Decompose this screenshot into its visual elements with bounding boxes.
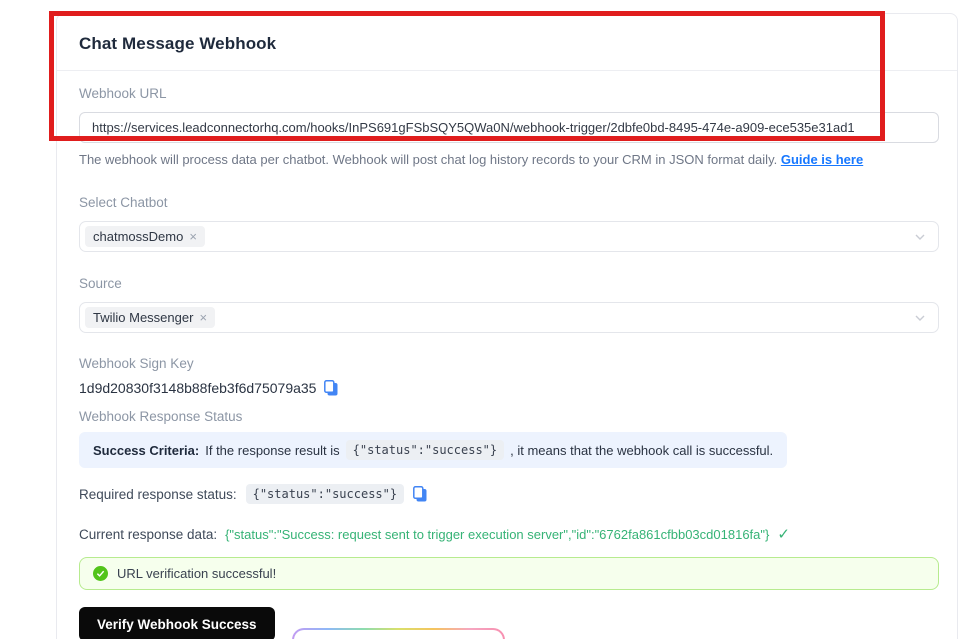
chatbot-tag-label: chatmossDemo [93, 229, 184, 244]
chevron-down-icon [914, 312, 926, 324]
remove-tag-icon[interactable]: × [199, 311, 207, 324]
sign-key-row: 1d9d20830f3148b88feb3f6d75079a35 [79, 380, 935, 396]
webhook-settings-card: Chat Message Webhook Webhook URL The web… [56, 13, 958, 639]
source-label: Source [79, 276, 122, 291]
chatbot-select[interactable]: chatmossDemo × [79, 221, 939, 252]
success-criteria-title: Success Criteria: [93, 442, 200, 458]
helper-text: The webhook will process data per chatbo… [79, 152, 935, 167]
source-tag: Twilio Messenger × [85, 307, 216, 328]
rainbow-border-box-inner [294, 630, 503, 639]
success-criteria-text-1: If the response result is [205, 442, 340, 458]
page: Chat Message Webhook Webhook URL The web… [0, 0, 974, 639]
success-criteria-box: Success Criteria: If the response result… [79, 432, 788, 468]
remove-tag-icon[interactable]: × [189, 230, 197, 243]
success-alert-text: URL verification successful! [117, 566, 277, 581]
page-title: Chat Message Webhook [79, 34, 277, 53]
required-response-row: Required response status: {"status":"suc… [79, 484, 935, 504]
current-response-label: Current response data: [79, 526, 218, 542]
webhook-url-label: Webhook URL [79, 86, 167, 101]
copy-icon[interactable] [324, 380, 338, 396]
webhook-url-input[interactable] [79, 112, 939, 143]
chatbot-tag: chatmossDemo × [85, 226, 205, 247]
check-circle-icon [93, 566, 108, 581]
success-criteria-text-2: , it means that the webhook call is succ… [510, 442, 774, 458]
chevron-down-icon [914, 231, 926, 243]
current-response-value: {"status":"Success: request sent to trig… [225, 526, 770, 542]
sign-key-value: 1d9d20830f3148b88feb3f6d75079a35 [79, 380, 317, 396]
card-body: Webhook URL The webhook will process dat… [57, 71, 957, 639]
source-select[interactable]: Twilio Messenger × [79, 302, 939, 333]
response-status-label: Webhook Response Status [79, 409, 243, 424]
select-chatbot-label: Select Chatbot [79, 195, 168, 210]
guide-link[interactable]: Guide is here [781, 152, 863, 167]
current-response-row: Current response data: {"status":"Succes… [79, 525, 935, 543]
required-response-code: {"status":"success"} [245, 484, 405, 504]
required-response-label: Required response status: [79, 486, 237, 502]
copy-icon[interactable] [413, 486, 427, 502]
rainbow-border-box [292, 628, 505, 639]
helper-text-body: The webhook will process data per chatbo… [79, 152, 778, 167]
success-criteria-code: {"status":"success"} [345, 440, 505, 460]
source-tag-label: Twilio Messenger [93, 310, 194, 325]
success-alert: URL verification successful! [79, 557, 939, 590]
card-header: Chat Message Webhook [57, 14, 957, 71]
sign-key-label: Webhook Sign Key [79, 356, 194, 371]
success-check-mark: ✓ [777, 526, 790, 543]
verify-webhook-button[interactable]: Verify Webhook Success [79, 607, 275, 639]
